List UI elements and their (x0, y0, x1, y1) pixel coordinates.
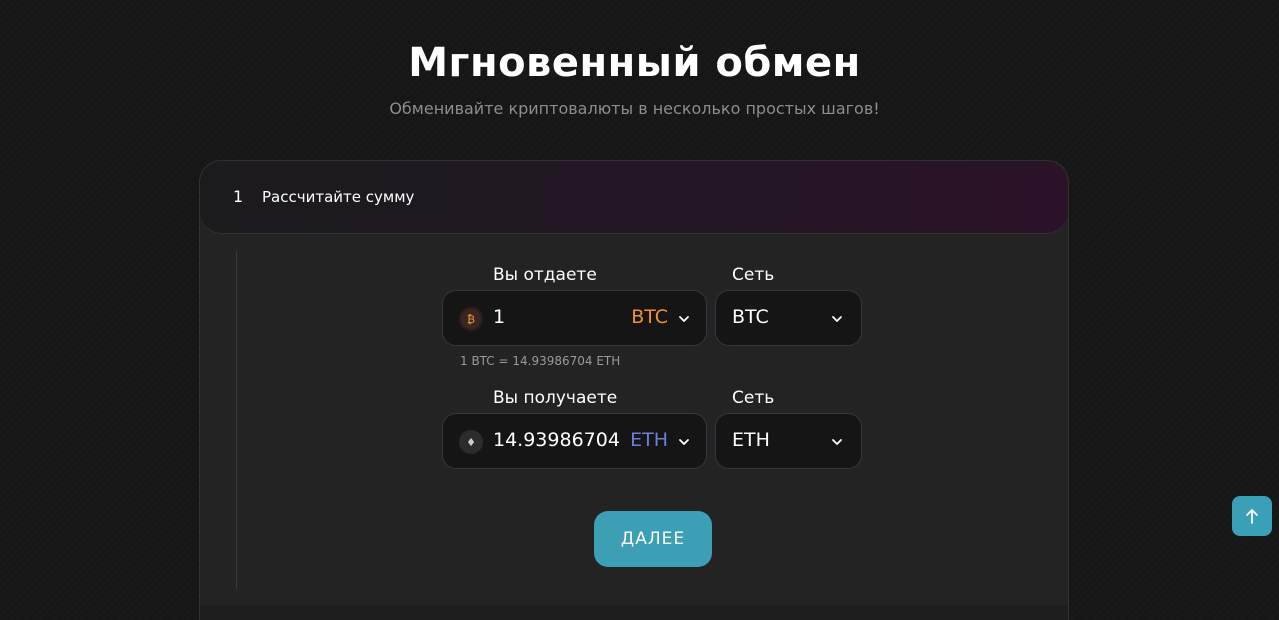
receive-network-label: Сеть (732, 388, 775, 408)
receive-label: Вы получаете (493, 388, 618, 408)
step-label: Рассчитайте сумму (262, 188, 415, 206)
step-header[interactable]: 1 Рассчитайте сумму (200, 161, 1068, 234)
next-button[interactable]: ДАЛЕЕ (594, 511, 712, 567)
step-number: 1 (233, 187, 244, 206)
ethereum-icon: ♦ (459, 430, 483, 454)
step-divider-line (236, 251, 237, 589)
exchange-rate: 1 BTC = 14.93986704 ETH (460, 354, 621, 368)
scroll-to-top-button[interactable] (1232, 496, 1272, 536)
chevron-down-icon (832, 316, 842, 322)
give-network-label: Сеть (732, 265, 775, 285)
page-subtitle: Обменивайте криптовалюты в несколько про… (389, 99, 880, 118)
give-label: Вы отдаете (493, 265, 597, 285)
give-network-select[interactable]: BTC (715, 290, 862, 346)
receive-network-select[interactable]: ETH (715, 413, 862, 469)
receive-amount-input[interactable]: 14.93986704 (493, 429, 620, 451)
arrow-up-icon (1246, 509, 1258, 524)
next-step-strip (200, 605, 1068, 620)
give-network-value: BTC (732, 306, 769, 328)
bitcoin-icon: ₿ (459, 307, 483, 331)
receive-network-value: ETH (732, 429, 770, 451)
chevron-down-icon[interactable] (678, 436, 690, 448)
page-title: Мгновенный обмен (408, 40, 861, 86)
give-amount-input[interactable]: 1 (493, 306, 505, 328)
chevron-down-icon[interactable] (678, 313, 690, 325)
chevron-down-icon (832, 439, 842, 445)
exchange-card: 1 Рассчитайте сумму Вы отдаете Сеть ₿ 1 … (199, 160, 1069, 620)
receive-amount-field[interactable]: ♦ 14.93986704 ETH (442, 413, 707, 469)
give-currency-select[interactable]: BTC (631, 306, 668, 328)
receive-currency-select[interactable]: ETH (630, 429, 668, 451)
give-amount-field[interactable]: ₿ 1 BTC (442, 290, 707, 346)
